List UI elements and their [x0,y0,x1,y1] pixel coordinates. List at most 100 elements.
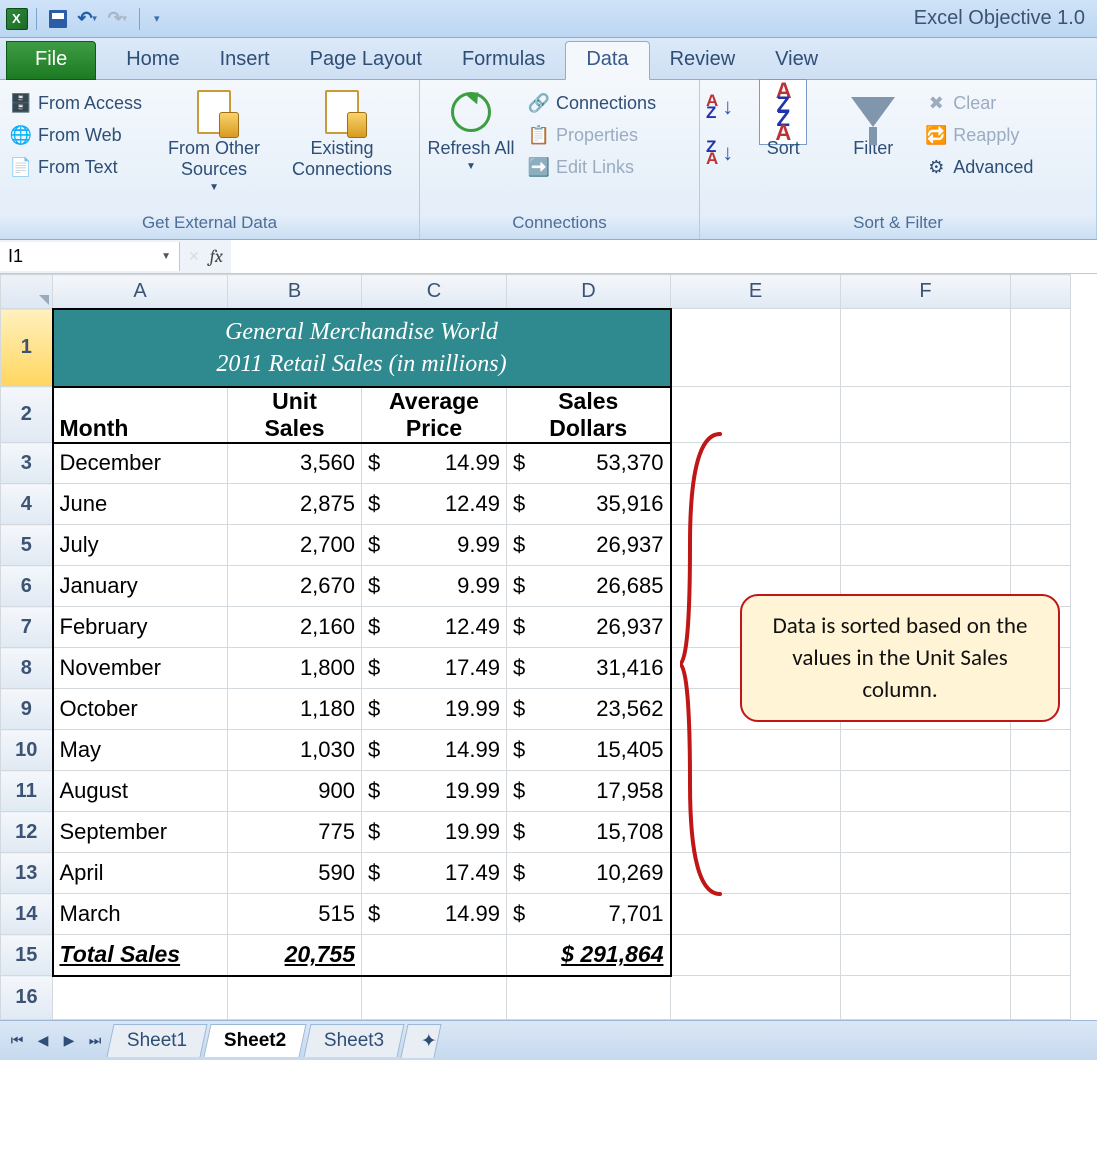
tab-view[interactable]: View [755,42,838,79]
tab-page-layout[interactable]: Page Layout [290,42,442,79]
cell-units[interactable]: 3,560 [228,443,362,484]
cell-month[interactable]: June [53,484,228,525]
row-header-8[interactable]: 8 [1,648,53,689]
from-text-button[interactable]: 📄From Text [6,154,146,180]
cell-units[interactable]: 1,800 [228,648,362,689]
cell-price[interactable]: $12.49 [362,607,507,648]
cell-month[interactable]: March [53,894,228,935]
row-header-14[interactable]: 14 [1,894,53,935]
hdr-avg-price[interactable]: AveragePrice [362,387,507,443]
col-header-D[interactable]: D [507,275,671,309]
col-header-C[interactable]: C [362,275,507,309]
cell-price[interactable]: $9.99 [362,525,507,566]
col-header-blank[interactable] [1011,275,1071,309]
from-web-button[interactable]: 🌐From Web [6,122,146,148]
name-box[interactable]: I1 ▼ [0,242,180,271]
cell-price[interactable]: $14.99 [362,443,507,484]
cell-sales[interactable]: $35,916 [507,484,671,525]
cell-price[interactable]: $12.49 [362,484,507,525]
cell-sales[interactable]: $23,562 [507,689,671,730]
row-header-9[interactable]: 9 [1,689,53,730]
cell-price[interactable]: $9.99 [362,566,507,607]
cell-price[interactable]: $19.99 [362,771,507,812]
cell-units[interactable]: 590 [228,853,362,894]
hdr-unit-sales[interactable]: UnitSales [228,387,362,443]
advanced-button[interactable]: ⚙Advanced [921,154,1037,180]
cell-month[interactable]: December [53,443,228,484]
col-header-F[interactable]: F [841,275,1011,309]
cell-units[interactable]: 1,180 [228,689,362,730]
cell-sales[interactable]: $17,958 [507,771,671,812]
cell-price[interactable]: $17.49 [362,648,507,689]
row-header-10[interactable]: 10 [1,730,53,771]
tab-formulas[interactable]: Formulas [442,42,565,79]
undo-button[interactable]: ↶▼ [75,7,101,31]
sheet-tab-1[interactable]: Sheet1 [106,1024,207,1057]
total-label[interactable]: Total Sales [53,935,228,976]
cell-units[interactable]: 515 [228,894,362,935]
formula-input[interactable] [231,240,1097,273]
tab-nav-next[interactable]: ▶ [58,1031,80,1051]
properties-button[interactable]: 📋Properties [524,122,660,148]
tab-home[interactable]: Home [106,42,199,79]
cell-month[interactable]: January [53,566,228,607]
fx-label[interactable]: fx [210,246,223,267]
redo-button[interactable]: ↷▼ [105,7,131,31]
customize-qat-button[interactable]: ▾ [154,12,160,25]
row-header-15[interactable]: 15 [1,935,53,976]
edit-links-button[interactable]: ➡️Edit Links [524,154,660,180]
tab-nav-last[interactable]: ⏭ [84,1031,106,1051]
sheet-tab-2[interactable]: Sheet2 [204,1024,307,1057]
cell-month[interactable]: October [53,689,228,730]
from-access-button[interactable]: 🗄️From Access [6,90,146,116]
cell-units[interactable]: 775 [228,812,362,853]
cell-price[interactable]: $14.99 [362,894,507,935]
name-box-dropdown-icon[interactable]: ▼ [161,251,171,262]
cell-sales[interactable]: $26,937 [507,607,671,648]
cell-sales[interactable]: $26,685 [507,566,671,607]
cell-sales[interactable]: $53,370 [507,443,671,484]
cell-price[interactable]: $17.49 [362,853,507,894]
cell-price[interactable]: $19.99 [362,812,507,853]
cell-sales[interactable]: $15,708 [507,812,671,853]
cell-price[interactable]: $19.99 [362,689,507,730]
cell-price[interactable]: $14.99 [362,730,507,771]
cell-sales[interactable]: $26,937 [507,525,671,566]
cell-month[interactable]: April [53,853,228,894]
cell-month[interactable]: May [53,730,228,771]
cell-sales[interactable]: $7,701 [507,894,671,935]
row-header-13[interactable]: 13 [1,853,53,894]
cell-sales[interactable]: $31,416 [507,648,671,689]
from-other-sources-button[interactable]: From Other Sources▼ [154,84,274,193]
cell-units[interactable]: 1,030 [228,730,362,771]
cell-month[interactable]: July [53,525,228,566]
hdr-month[interactable]: Month [53,387,228,443]
total-price-empty[interactable] [362,935,507,976]
tab-nav-first[interactable]: ⏮ [6,1031,28,1051]
cell-sales[interactable]: $15,405 [507,730,671,771]
tab-data[interactable]: Data [565,41,649,80]
reapply-button[interactable]: 🔁Reapply [921,122,1037,148]
col-header-E[interactable]: E [671,275,841,309]
refresh-all-button[interactable]: Refresh All▼ [426,84,516,172]
grid[interactable]: A B C D E F 1 General Merchandise World … [0,274,1071,1020]
total-units[interactable]: 20,755 [228,935,362,976]
tab-nav-prev[interactable]: ◀ [32,1031,54,1051]
row-header-5[interactable]: 5 [1,525,53,566]
sort-desc-button[interactable]: ZA↓ [706,140,733,166]
cell-units[interactable]: 2,670 [228,566,362,607]
row-header-16[interactable]: 16 [1,976,53,1020]
cell-units[interactable]: 900 [228,771,362,812]
save-button[interactable] [45,7,71,31]
hdr-sales-dollars[interactable]: SalesDollars [507,387,671,443]
cell-month[interactable]: September [53,812,228,853]
select-all-button[interactable] [1,275,53,309]
sheet-tab-3[interactable]: Sheet3 [303,1024,404,1057]
sort-button[interactable]: A ZZ A Sort [741,84,825,159]
row-header-4[interactable]: 4 [1,484,53,525]
title-cell[interactable]: General Merchandise World 2011 Retail Sa… [53,309,671,387]
new-sheet-button[interactable]: ✦ [400,1024,441,1058]
clear-button[interactable]: ✖Clear [921,90,1037,116]
row-header-2[interactable]: 2 [1,387,53,443]
cell-units[interactable]: 2,160 [228,607,362,648]
